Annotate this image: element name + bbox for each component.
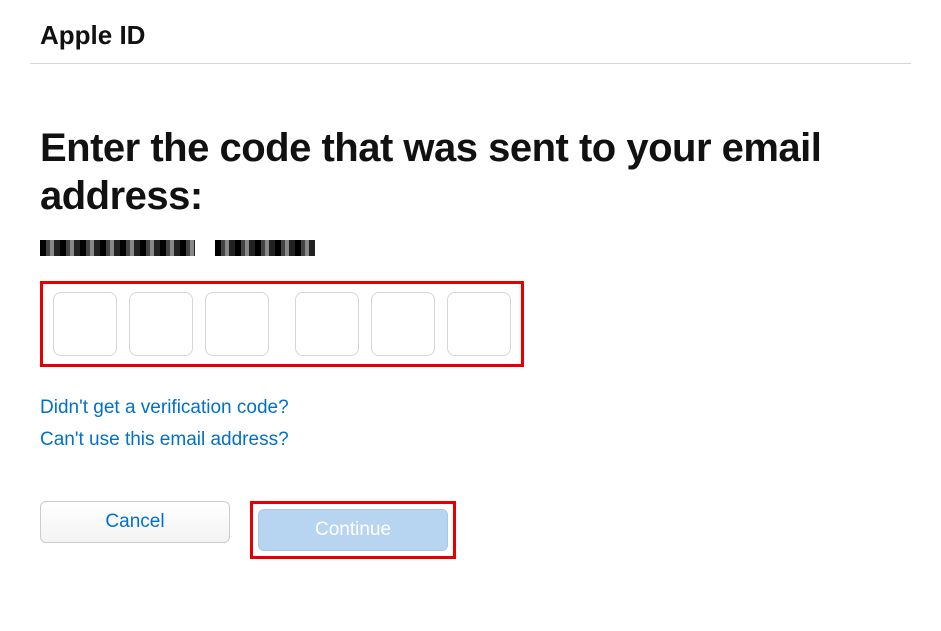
resend-code-link[interactable]: Didn't get a verification code?	[40, 397, 911, 419]
redacted-text	[215, 240, 315, 256]
continue-button-highlight: Continue	[250, 501, 456, 559]
code-digit-5[interactable]	[371, 292, 435, 356]
email-address-redacted	[40, 240, 911, 256]
continue-button-label: Continue	[315, 519, 391, 541]
code-digit-4[interactable]	[295, 292, 359, 356]
verification-code-inputs	[53, 292, 511, 356]
code-input-highlight	[40, 281, 524, 367]
code-digit-2[interactable]	[129, 292, 193, 356]
action-buttons: Cancel Continue	[40, 501, 911, 559]
code-digit-6[interactable]	[447, 292, 511, 356]
code-group-2	[295, 292, 511, 356]
main-heading: Enter the code that was sent to your ema…	[40, 124, 911, 220]
help-links: Didn't get a verification code? Can't us…	[40, 397, 911, 451]
main-content: Enter the code that was sent to your ema…	[30, 124, 911, 559]
cancel-button[interactable]: Cancel	[40, 501, 230, 543]
code-group-1	[53, 292, 269, 356]
continue-button[interactable]: Continue	[258, 509, 448, 551]
redacted-text	[40, 240, 195, 256]
page-header: Apple ID	[30, 20, 911, 64]
change-email-link[interactable]: Can't use this email address?	[40, 429, 911, 451]
cancel-button-label: Cancel	[105, 511, 164, 533]
code-digit-1[interactable]	[53, 292, 117, 356]
header-title: Apple ID	[40, 20, 145, 50]
code-digit-3[interactable]	[205, 292, 269, 356]
